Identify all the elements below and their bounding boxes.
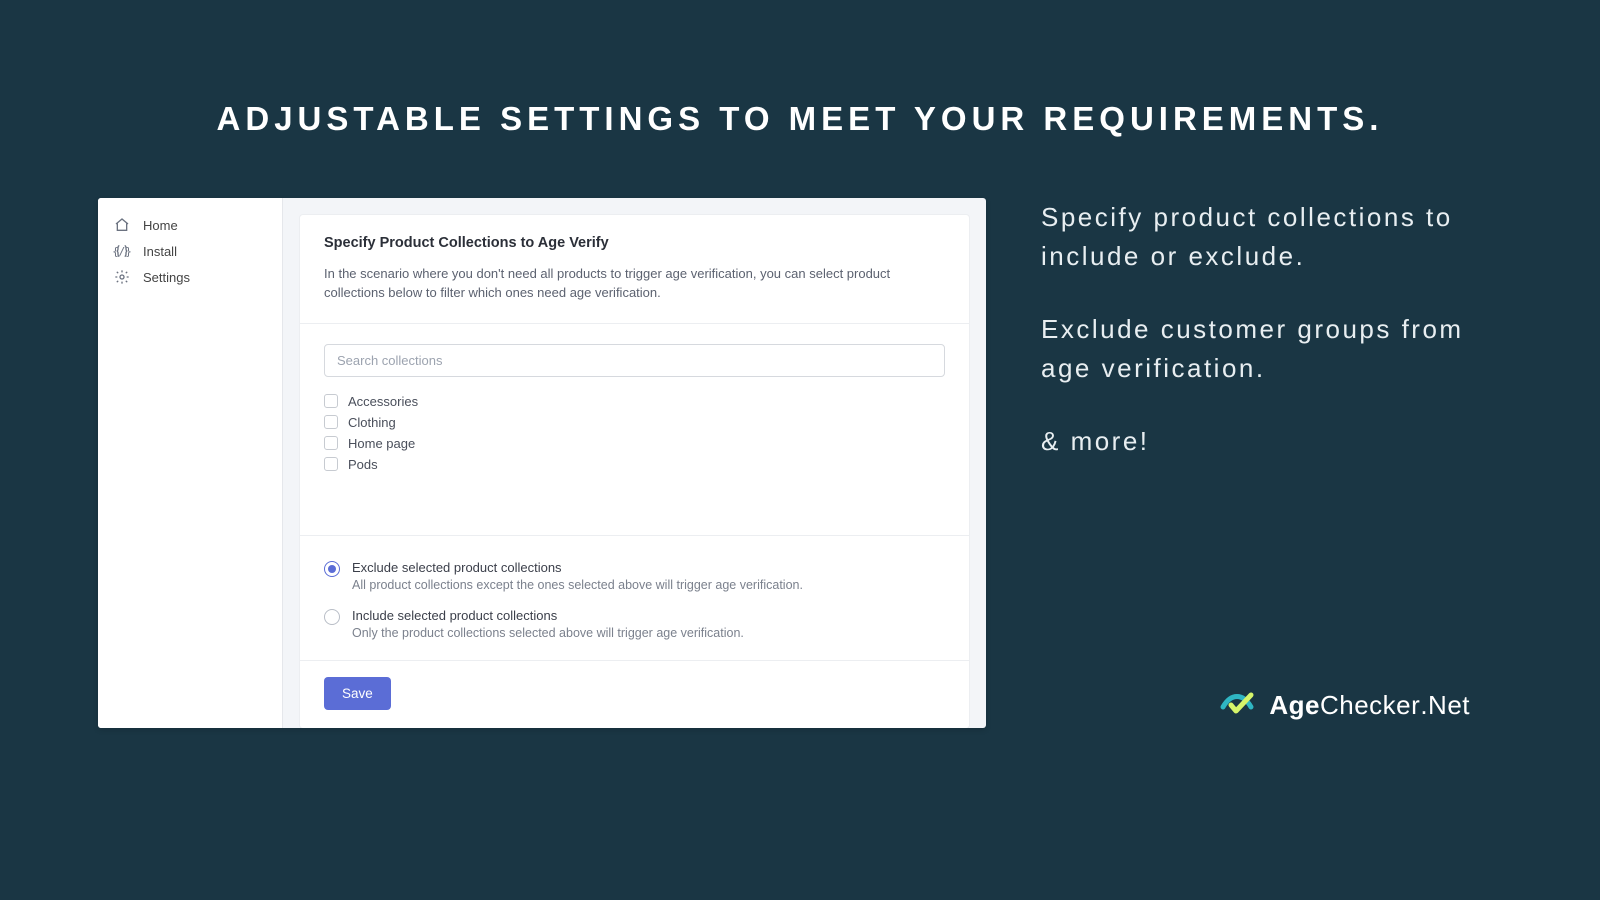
brand-mark-icon	[1217, 685, 1257, 725]
checkbox-icon[interactable]	[324, 436, 338, 450]
sidebar-item-label: Settings	[143, 270, 190, 285]
checkbox-icon[interactable]	[324, 415, 338, 429]
sidebar-item-install[interactable]: {/} Install	[98, 238, 282, 264]
app-frame: Home {/} Install Settings Specify Produc…	[98, 198, 986, 728]
sidebar: Home {/} Install Settings	[98, 198, 283, 728]
collection-row[interactable]: Accessories	[324, 391, 945, 412]
collection-row[interactable]: Home page	[324, 433, 945, 454]
sidebar-item-home[interactable]: Home	[98, 212, 282, 238]
radio-sublabel: All product collections except the ones …	[352, 578, 803, 592]
settings-card: Specify Product Collections to Age Verif…	[299, 214, 970, 728]
collection-label: Accessories	[348, 394, 418, 409]
radio-label: Include selected product collections	[352, 608, 744, 623]
sidebar-item-label: Home	[143, 218, 178, 233]
checkbox-icon[interactable]	[324, 394, 338, 408]
collection-row[interactable]: Clothing	[324, 412, 945, 433]
brand-logo: AgeChecker.Net	[1217, 685, 1470, 725]
main-panel: Specify Product Collections to Age Verif…	[283, 198, 986, 728]
radio-exclude[interactable]: Exclude selected product collections All…	[324, 556, 945, 604]
promo-line-2: Exclude customer groups from age verific…	[1041, 310, 1471, 388]
collection-label: Pods	[348, 457, 378, 472]
home-icon	[114, 217, 130, 233]
hero-title: ADJUSTABLE SETTINGS TO MEET YOUR REQUIRE…	[0, 0, 1600, 138]
brand-text: AgeChecker.Net	[1269, 690, 1470, 721]
card-description: In the scenario where you don't need all…	[324, 265, 945, 303]
sidebar-item-settings[interactable]: Settings	[98, 264, 282, 290]
sidebar-item-label: Install	[143, 244, 177, 259]
checkbox-icon[interactable]	[324, 457, 338, 471]
card-title: Specify Product Collections to Age Verif…	[324, 235, 945, 251]
gear-icon	[114, 269, 130, 285]
collection-row[interactable]: Pods	[324, 454, 945, 475]
radio-icon[interactable]	[324, 561, 340, 577]
save-button[interactable]: Save	[324, 677, 391, 710]
radio-label: Exclude selected product collections	[352, 560, 803, 575]
collection-label: Clothing	[348, 415, 396, 430]
promo-line-1: Specify product collections to include o…	[1041, 198, 1471, 276]
search-collections-input[interactable]	[324, 344, 945, 377]
radio-include[interactable]: Include selected product collections Onl…	[324, 604, 945, 640]
collection-label: Home page	[348, 436, 415, 451]
code-braces-icon: {/}	[114, 243, 130, 259]
radio-sublabel: Only the product collections selected ab…	[352, 626, 744, 640]
promo-copy: Specify product collections to include o…	[1041, 198, 1471, 728]
promo-line-3: & more!	[1041, 422, 1471, 461]
radio-icon[interactable]	[324, 609, 340, 625]
